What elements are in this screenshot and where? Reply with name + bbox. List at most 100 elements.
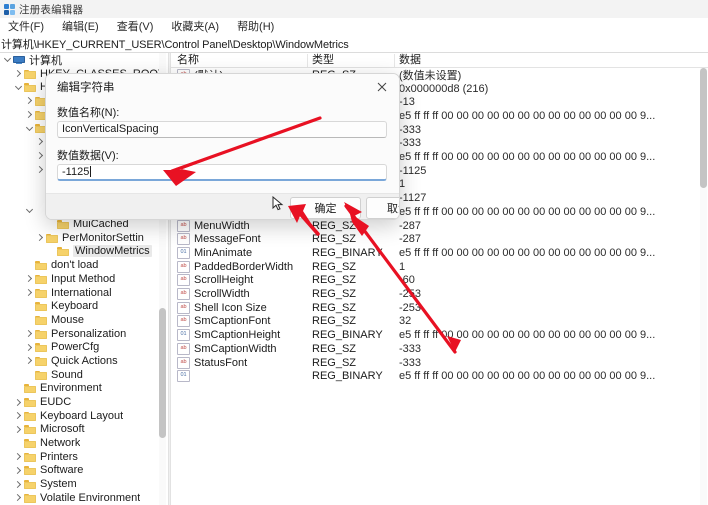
reg-sz-icon: ab [177, 315, 190, 327]
table-row[interactable]: abStatusFontREG_SZ-333 [171, 356, 708, 370]
chevron-right-icon[interactable] [24, 95, 35, 106]
chevron-right-icon[interactable] [24, 328, 35, 339]
value-name-text: MessageFont [194, 233, 261, 245]
table-row[interactable]: abSmCaptionFontREG_SZ32 [171, 315, 708, 329]
chevron-down-icon[interactable] [13, 82, 24, 93]
address-bar[interactable]: 计算机\HKEY_CURRENT_USER\Control Panel\Desk… [0, 36, 708, 53]
menu-edit[interactable]: 编辑(E) [53, 18, 108, 36]
menu-help[interactable]: 帮助(H) [228, 18, 283, 36]
value-data-input[interactable]: -1125 [57, 164, 387, 181]
list-scrollbar[interactable] [700, 68, 707, 505]
tree-item-don-t-load[interactable]: don't load [0, 258, 168, 272]
reg-sz-icon: ab [177, 343, 190, 355]
column-header-name[interactable]: 名称 [177, 53, 199, 68]
ok-button[interactable]: 确定 [290, 197, 361, 219]
tree-item-printers[interactable]: Printers [0, 450, 168, 464]
tree-item-environment[interactable]: Environment [0, 382, 168, 396]
tree-item-label: Quick Actions [51, 355, 118, 367]
menu-file[interactable]: 文件(F) [0, 18, 53, 36]
menu-bar: 文件(F) 编辑(E) 查看(V) 收藏夹(A) 帮助(H) [0, 18, 708, 36]
value-name-cell: abMenuWidth [177, 220, 250, 232]
tree-item-keyboard-layout[interactable]: Keyboard Layout [0, 409, 168, 423]
folder-icon [35, 370, 47, 380]
column-header-data[interactable]: 数据 [399, 53, 421, 68]
table-row[interactable]: abScrollHeightREG_SZ-60 [171, 274, 708, 288]
value-data-cell: -1125 [399, 165, 426, 177]
chevron-right-icon[interactable] [24, 287, 35, 298]
chevron-right-icon[interactable] [13, 492, 24, 503]
registry-editor-icon [4, 4, 15, 15]
tree-item-mouse[interactable]: Mouse [0, 313, 168, 327]
tree-item-international[interactable]: International [0, 286, 168, 300]
value-data-cell: -60 [399, 274, 415, 286]
table-row[interactable]: abMenuWidthREG_SZ-287 [171, 219, 708, 233]
dialog-body: 数值名称(N): IconVerticalSpacing 数值数据(V): -1… [46, 100, 399, 193]
tree-item-powercfg[interactable]: PowerCfg [0, 340, 168, 354]
tree-item-input-method[interactable]: Input Method [0, 272, 168, 286]
chevron-right-icon[interactable] [13, 68, 24, 79]
chevron-right-icon[interactable] [13, 479, 24, 490]
tree-item-eudc[interactable]: EUDC [0, 395, 168, 409]
value-name-text: IconVerticalSpacing [62, 123, 159, 135]
tree-item-quick-actions[interactable]: Quick Actions [0, 354, 168, 368]
chevron-right-icon[interactable] [35, 232, 46, 243]
chevron-right-icon[interactable] [13, 451, 24, 462]
chevron-right-icon[interactable] [13, 397, 24, 408]
tree-item-sound[interactable]: Sound [0, 368, 168, 382]
list-scrollbar-thumb[interactable] [700, 68, 707, 188]
value-name-cell: abScrollWidth [177, 288, 250, 300]
computer-icon [13, 55, 25, 65]
tree-item-volatile-environment[interactable]: Volatile Environment [0, 491, 168, 505]
chevron-right-icon[interactable] [13, 410, 24, 421]
tree-item-system[interactable]: System [0, 477, 168, 491]
chevron-right-icon[interactable] [24, 355, 35, 366]
tree-item-label: Volatile Environment [40, 492, 140, 504]
table-row[interactable]: 01REG_BINARYe5 ff ff ff 00 00 00 00 00 0… [171, 369, 708, 383]
chevron-down-icon[interactable] [24, 123, 35, 134]
table-row[interactable]: 01MinAnimateREG_BINARYe5 ff ff ff 00 00 … [171, 246, 708, 260]
tree-item-permonitorsettin[interactable]: PerMonitorSettin [0, 231, 168, 245]
chevron-down-icon[interactable] [2, 54, 13, 65]
value-type-cell: REG_SZ [312, 261, 356, 273]
chevron-right-icon[interactable] [13, 465, 24, 476]
value-name-cell: abMessageFont [177, 233, 261, 245]
menu-view[interactable]: 查看(V) [108, 18, 163, 36]
value-name-cell: abSmCaptionWidth [177, 343, 277, 355]
table-row[interactable]: abMessageFontREG_SZ-287 [171, 232, 708, 246]
chevron-right-icon[interactable] [13, 424, 24, 435]
table-row[interactable]: 01SmCaptionHeightREG_BINARYe5 ff ff ff 0… [171, 328, 708, 342]
table-row[interactable]: abShell Icon SizeREG_SZ-253 [171, 301, 708, 315]
chevron-down-icon[interactable] [24, 205, 35, 216]
tree-spacer [13, 383, 24, 394]
chevron-right-icon[interactable] [24, 273, 35, 284]
value-data-cell: -333 [399, 357, 421, 369]
tree-item-label: PowerCfg [51, 341, 99, 353]
value-name-input[interactable]: IconVerticalSpacing [57, 121, 387, 138]
folder-icon [24, 465, 36, 475]
value-data-cell: 1 [399, 261, 405, 273]
tree-item-network[interactable]: Network [0, 436, 168, 450]
reg-sz-icon: ab [177, 274, 190, 286]
column-header-type[interactable]: 类型 [312, 53, 334, 68]
table-row[interactable]: abScrollWidthREG_SZ-253 [171, 287, 708, 301]
value-name-cell: abPaddedBorderWidth [177, 261, 293, 273]
tree-item-microsoft[interactable]: Microsoft [0, 423, 168, 437]
chevron-right-icon[interactable] [24, 342, 35, 353]
table-row[interactable]: abPaddedBorderWidth REG_SZ 1 [171, 260, 708, 274]
tree-item-windowmetrics[interactable]: WindowMetrics [0, 245, 168, 259]
tree-item-software[interactable]: Software [0, 464, 168, 478]
close-icon[interactable] [365, 74, 399, 100]
table-row[interactable]: abSmCaptionWidthREG_SZ-333 [171, 342, 708, 356]
tree-item-personalization[interactable]: Personalization [0, 327, 168, 341]
value-name-text: StatusFont [194, 357, 247, 369]
cancel-button[interactable]: 取消 [366, 197, 400, 219]
folder-icon [24, 383, 36, 393]
chevron-right-icon[interactable] [24, 109, 35, 120]
folder-icon [35, 288, 47, 298]
tree-scrollbar-thumb[interactable] [159, 308, 166, 438]
menu-favorites[interactable]: 收藏夹(A) [162, 18, 228, 36]
value-data-cell: -333 [399, 124, 421, 136]
tree-item--[interactable]: 计算机 [0, 53, 168, 67]
tree-item-keyboard[interactable]: Keyboard [0, 299, 168, 313]
value-name-text: ScrollHeight [194, 274, 253, 286]
